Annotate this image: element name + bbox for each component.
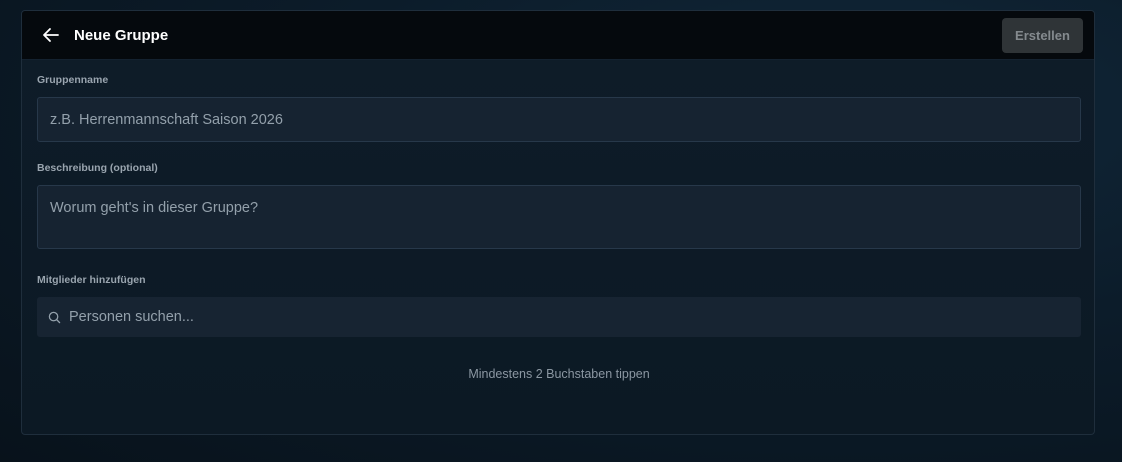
search-placeholder: Personen suchen... (69, 309, 194, 325)
search-icon (48, 311, 61, 323)
arrow-left-icon (43, 28, 59, 42)
description-label: Beschreibung (optional) (37, 162, 158, 174)
group-name-label: Gruppenname (37, 74, 109, 86)
group-name-input[interactable]: z.B. Herrenmannschaft Saison 2026 (37, 97, 1081, 142)
description-placeholder: Worum geht's in dieser Gruppe? (50, 200, 259, 216)
page-title: Neue Gruppe (74, 26, 169, 44)
header-bar: Neue Gruppe Erstellen (22, 11, 1094, 60)
group-name-placeholder: z.B. Herrenmannschaft Saison 2026 (50, 112, 283, 128)
member-search-input[interactable]: Personen suchen... (37, 297, 1081, 337)
description-textarea[interactable]: Worum geht's in dieser Gruppe? (37, 185, 1081, 249)
members-label: Mitglieder hinzufügen (37, 274, 146, 286)
new-group-panel: Neue Gruppe Erstellen Gruppenname z.B. H… (21, 10, 1095, 435)
search-hint: Mindestens 2 Buchstaben tippen (468, 367, 650, 381)
create-button[interactable]: Erstellen (1002, 17, 1083, 53)
back-button[interactable] (40, 24, 62, 46)
